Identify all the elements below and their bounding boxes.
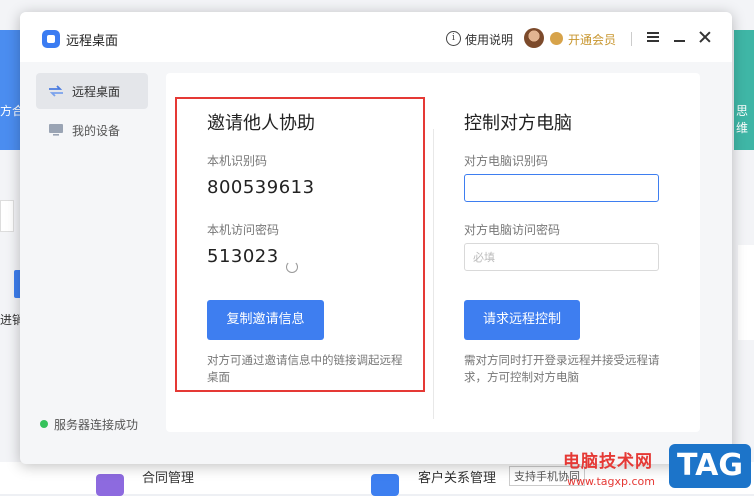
local-password-label: 本机访问密码: [207, 223, 280, 237]
titlebar-divider: [631, 32, 632, 46]
remote-id-input[interactable]: [464, 174, 659, 202]
background-right-card: [738, 245, 754, 340]
control-note: 需对方同时打开登录远程并接受远程请求，方可控制对方电脑: [464, 353, 660, 384]
background-search-box: [0, 200, 14, 232]
help-link[interactable]: 使用说明: [465, 31, 513, 48]
open-vip-link[interactable]: 开通会员: [568, 31, 616, 48]
local-id-value: 800539613: [207, 177, 315, 198]
remote-desktop-dialog: 远程桌面 i 使用说明 开通会员 远程桌面 我的设备 服务器连接成功 邀请他人协…: [20, 12, 732, 464]
main-panel: 邀请他人协助 本机识别码 800539613 本机访问密码 513023 复制邀…: [166, 73, 700, 432]
background-banner-right-text: 思维: [736, 104, 749, 135]
sidebar-item-label: 远程桌面: [72, 85, 121, 99]
watermark-text: 电脑技术网: [563, 452, 653, 472]
background-banner-left: [0, 30, 20, 150]
local-id-label: 本机识别码: [207, 154, 268, 168]
remote-password-label: 对方电脑访问密码: [464, 223, 561, 237]
request-control-button[interactable]: 请求远程控制: [464, 300, 580, 340]
refresh-icon[interactable]: [286, 261, 298, 273]
watermark-url: www.tagxp.com: [567, 475, 655, 488]
remote-password-input[interactable]: 必填: [464, 243, 659, 271]
monitor-icon: [49, 124, 63, 136]
remote-id-label: 对方电脑识别码: [464, 154, 549, 168]
connection-status-dot: [40, 420, 48, 428]
contract-app-icon: [96, 474, 124, 496]
minimize-icon[interactable]: [674, 40, 685, 42]
tag-logo: TAG: [669, 444, 751, 488]
user-avatar[interactable]: [524, 28, 544, 48]
highlight-box: [175, 97, 425, 392]
crm-app-icon: [371, 474, 399, 496]
local-password-value: 513023: [207, 246, 279, 267]
sidebar-item-label: 我的设备: [72, 124, 121, 138]
copy-invite-button[interactable]: 复制邀请信息: [207, 300, 324, 340]
invite-note: 对方可通过邀请信息中的链接调起远程桌面: [207, 353, 403, 384]
sidebar-item-remote-desktop[interactable]: 远程桌面: [36, 73, 148, 109]
arrows-swap-icon: [49, 85, 63, 97]
info-icon[interactable]: i: [446, 31, 461, 46]
remote-desktop-logo-icon: [42, 30, 60, 48]
sidebar-item-my-devices[interactable]: 我的设备: [36, 112, 148, 148]
window-title: 远程桌面: [66, 34, 119, 49]
panel-divider: [433, 129, 434, 419]
contract-app-label: 合同管理: [142, 471, 195, 486]
crm-app-label: 客户关系管理: [418, 471, 497, 486]
menu-icon[interactable]: [647, 30, 659, 42]
close-icon[interactable]: [698, 30, 712, 44]
invite-heading: 邀请他人协助: [207, 113, 315, 134]
control-heading: 控制对方电脑: [464, 113, 572, 134]
title-bar[interactable]: 远程桌面 i 使用说明 开通会员: [20, 12, 732, 62]
vip-icon[interactable]: [550, 32, 563, 45]
connection-status-text: 服务器连接成功: [54, 418, 139, 432]
